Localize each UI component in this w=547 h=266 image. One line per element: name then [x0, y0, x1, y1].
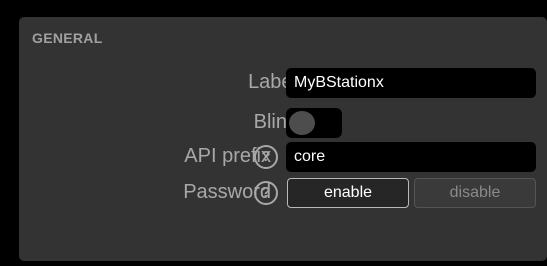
help-circle-icon[interactable]: ?: [254, 145, 278, 169]
help-circle-icon[interactable]: ?: [254, 181, 278, 205]
password-enable-button[interactable]: enable: [287, 178, 409, 208]
section-title: GENERAL: [32, 30, 103, 46]
api-prefix-input[interactable]: core: [286, 142, 536, 172]
blink-row: Blink: [19, 108, 547, 138]
blink-toggle[interactable]: [286, 108, 342, 138]
password-disable-button[interactable]: disable: [414, 178, 536, 208]
api-prefix-row: API prefix ? core: [19, 142, 547, 172]
window-frame: GENERAL Label MyBStationx Blink API pref…: [0, 0, 547, 266]
password-row: Password ? enable disable: [19, 178, 547, 208]
general-settings-panel: GENERAL Label MyBStationx Blink API pref…: [19, 17, 547, 261]
toggle-knob: [289, 111, 315, 135]
label-row: Label MyBStationx: [19, 68, 547, 98]
label-input[interactable]: MyBStationx: [286, 68, 536, 98]
